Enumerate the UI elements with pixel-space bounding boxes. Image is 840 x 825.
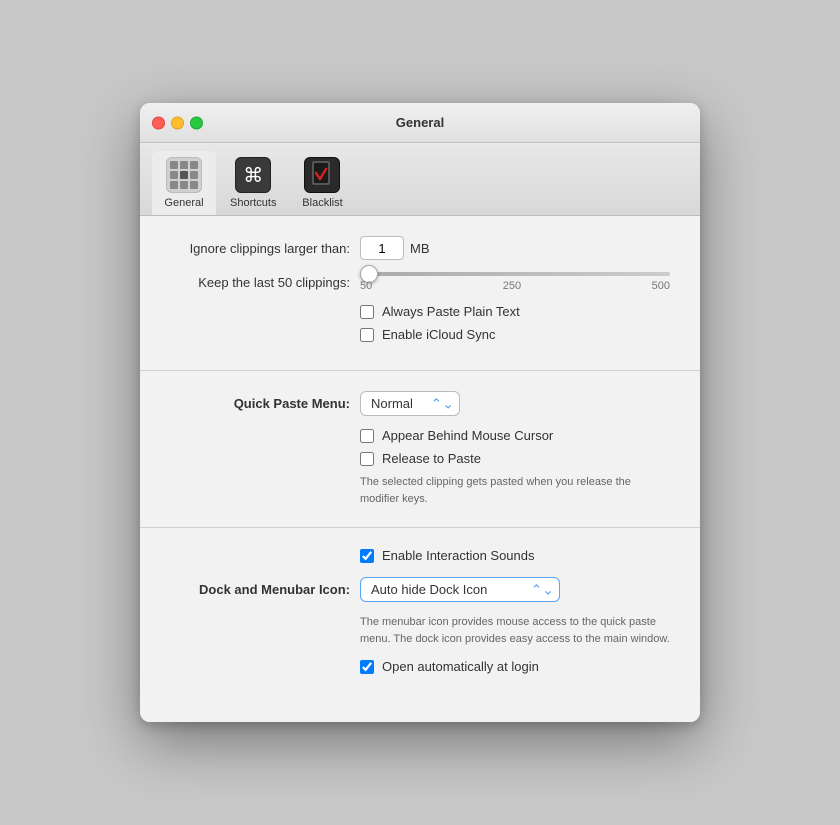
release-to-paste-label: Release to Paste — [382, 451, 481, 466]
dock-icon-label: Dock and Menubar Icon: — [170, 582, 350, 597]
always-paste-row: Always Paste Plain Text — [170, 304, 670, 319]
appear-behind-row: Appear Behind Mouse Cursor — [170, 428, 670, 443]
slider-labels: 50 250 500 — [360, 280, 670, 292]
ignore-clippings-input[interactable] — [360, 236, 404, 260]
tab-general[interactable]: General — [152, 151, 216, 215]
ignore-clippings-label: Ignore clippings larger than: — [170, 241, 350, 256]
tab-blacklist[interactable]: Blacklist — [290, 151, 354, 215]
dock-icon-row: Dock and Menubar Icon: Auto hide Dock Ic… — [170, 577, 670, 602]
ignore-clippings-unit: MB — [410, 241, 430, 256]
blacklist-icon — [304, 157, 340, 193]
maximize-button[interactable] — [190, 116, 203, 129]
interaction-sounds-label: Enable Interaction Sounds — [382, 548, 535, 563]
open-at-login-checkbox[interactable] — [360, 660, 374, 674]
window-title: General — [396, 115, 444, 130]
always-paste-checkbox[interactable] — [360, 305, 374, 319]
toolbar: General ⌘ Shortcuts Blacklist — [140, 143, 700, 216]
minimize-button[interactable] — [171, 116, 184, 129]
appear-behind-label: Appear Behind Mouse Cursor — [382, 428, 553, 443]
clippings-section: Ignore clippings larger than: MB Keep th… — [140, 236, 700, 371]
release-to-paste-row: Release to Paste — [170, 451, 670, 466]
ignore-clippings-row: Ignore clippings larger than: MB — [170, 236, 670, 260]
quick-paste-select[interactable]: Normal Compact Large — [360, 391, 460, 416]
slider-mid-label: 250 — [503, 280, 521, 292]
clippings-slider-container: 50 250 500 — [360, 272, 670, 292]
keep-last-row: Keep the last 50 clippings: 50 250 500 — [170, 272, 670, 292]
dock-section: Enable Interaction Sounds Dock and Menub… — [140, 548, 700, 702]
open-at-login-label: Open automatically at login — [382, 659, 539, 674]
always-paste-label: Always Paste Plain Text — [382, 304, 520, 319]
tab-shortcuts[interactable]: ⌘ Shortcuts — [220, 151, 286, 215]
dock-description: The menubar icon provides mouse access t… — [170, 614, 670, 647]
icloud-sync-label: Enable iCloud Sync — [382, 327, 495, 342]
quick-paste-select-wrapper: Normal Compact Large ⌃⌄ — [360, 391, 460, 416]
titlebar: General — [140, 103, 700, 143]
close-button[interactable] — [152, 116, 165, 129]
icloud-sync-row: Enable iCloud Sync — [170, 327, 670, 342]
quick-paste-row: Quick Paste Menu: Normal Compact Large ⌃… — [170, 391, 670, 416]
interaction-sounds-row: Enable Interaction Sounds — [170, 548, 670, 563]
tab-general-label: General — [164, 197, 203, 209]
appear-behind-checkbox[interactable] — [360, 429, 374, 443]
clippings-slider[interactable] — [360, 272, 670, 276]
quick-paste-label: Quick Paste Menu: — [170, 396, 350, 411]
dock-icon-select[interactable]: Auto hide Dock Icon Show Dock Icon Hide … — [360, 577, 560, 602]
tab-shortcuts-label: Shortcuts — [230, 197, 276, 209]
general-icon — [166, 157, 202, 193]
release-to-paste-checkbox[interactable] — [360, 452, 374, 466]
keep-last-label: Keep the last 50 clippings: — [170, 275, 350, 290]
open-at-login-row: Open automatically at login — [170, 659, 670, 674]
release-description: The selected clipping gets pasted when y… — [170, 474, 670, 507]
shortcuts-icon: ⌘ — [235, 157, 271, 193]
quick-paste-section: Quick Paste Menu: Normal Compact Large ⌃… — [140, 391, 700, 528]
slider-min-label: 50 — [360, 280, 372, 292]
main-window: General General ⌘ Shortcuts — [140, 103, 700, 722]
icloud-sync-checkbox[interactable] — [360, 328, 374, 342]
window-buttons — [152, 116, 203, 129]
slider-max-label: 500 — [652, 280, 670, 292]
content-area: Ignore clippings larger than: MB Keep th… — [140, 216, 700, 722]
interaction-sounds-checkbox[interactable] — [360, 549, 374, 563]
tab-blacklist-label: Blacklist — [302, 197, 342, 209]
dock-select-wrapper: Auto hide Dock Icon Show Dock Icon Hide … — [360, 577, 560, 602]
